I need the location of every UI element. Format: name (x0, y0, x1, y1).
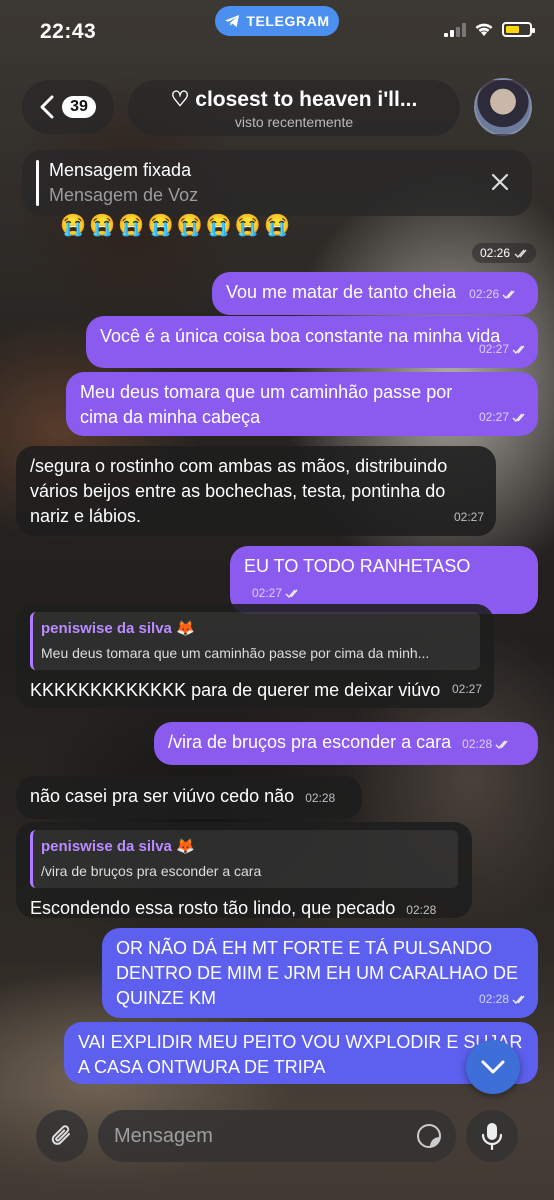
chat-title: ♡ closest to heaven i'll... (170, 87, 418, 111)
double-check-icon (495, 740, 508, 749)
reply-quote[interactable]: peniswise da silva 🦊 /vira de bruços pra… (30, 830, 458, 888)
status-icons (444, 22, 535, 37)
battery-icon (502, 22, 535, 37)
message-bubble-incoming[interactable]: peniswise da silva 🦊 Meu deus tomara que… (16, 604, 494, 708)
last-seen-status: visto recentemente (234, 113, 354, 130)
message-text: /segura o rostinho com ambas as mãos, di… (30, 456, 448, 526)
message-text: KKKKKKKKKKKKK para de querer me deixar v… (30, 680, 441, 700)
attach-button[interactable] (36, 1110, 88, 1162)
reply-quote[interactable]: peniswise da silva 🦊 Meu deus tomara que… (30, 612, 480, 670)
message-time: 02:28 (305, 791, 336, 805)
pinned-message-bar[interactable]: Mensagem fixada Mensagem de Voz (22, 150, 532, 216)
back-button[interactable]: 39 (22, 80, 114, 134)
telegram-plane-icon (225, 15, 240, 27)
message-time-text: 02:26 (479, 246, 510, 260)
message-time: 02:26 (471, 243, 536, 263)
pinned-title: Mensagem fixada (49, 160, 192, 180)
reply-text: Meu deus tomara que um caminhão passe po… (41, 645, 430, 661)
sticker-icon[interactable] (416, 1123, 442, 1149)
message-bubble-outgoing[interactable]: Você é a única coisa boa constante na mi… (86, 316, 538, 368)
app-label: TELEGRAM (246, 13, 330, 29)
message-text: não casei pra ser viúvo cedo não (30, 786, 295, 806)
double-check-icon (512, 413, 525, 422)
close-icon[interactable] (490, 172, 510, 192)
chat-header[interactable]: ♡ closest to heaven i'll... visto recent… (128, 80, 460, 136)
message-meta: 02:28 (479, 987, 526, 1012)
voice-record-button[interactable] (466, 1110, 518, 1162)
message-bubble-incoming[interactable]: /segura o rostinho com ambas as mãos, di… (16, 446, 496, 536)
reply-author: peniswise da silva 🦊 (41, 620, 195, 637)
chevron-left-icon (40, 95, 54, 119)
double-check-icon (512, 995, 525, 1004)
message-time: 02:28 (406, 903, 437, 917)
message-input[interactable] (98, 1110, 456, 1162)
unread-count-badge: 39 (62, 96, 96, 118)
message-text: Vou me matar de tanto cheia (226, 282, 457, 302)
status-time: 22:43 (40, 20, 97, 43)
message-text: VAI EXPLIDIR MEU PEITO VOU WXPLODIR E SU… (78, 1032, 523, 1077)
microphone-icon (481, 1123, 503, 1150)
pinned-indicator (36, 160, 39, 206)
message-bubble-incoming[interactable]: não casei pra ser viúvo cedo não 02:28 (16, 776, 362, 819)
message-meta: 02:27 (479, 337, 526, 362)
message-meta: 02:27 (452, 677, 482, 702)
pinned-subtitle: Mensagem de Voz (49, 185, 199, 205)
message-meta: 02:28 (305, 786, 335, 811)
message-time: 02:26 (469, 287, 500, 301)
message-text: Escondendo essa rosto tão lindo, que pec… (30, 898, 396, 918)
message-text: Você é a única coisa boa constante na mi… (100, 326, 501, 346)
chevron-down-icon (481, 1060, 505, 1074)
message-bubble-outgoing[interactable]: Meu deus tomara que um caminhão passe po… (66, 372, 538, 436)
message-time: 02:27 (478, 342, 509, 356)
message-bubble-outgoing[interactable]: Vou me matar de tanto cheia 02:26 (212, 272, 538, 315)
emoji-message: 😭😭😭😭😭😭😭😭 (60, 214, 294, 237)
message-meta: 02:28 (406, 898, 436, 923)
message-text: OR NÃO DÁ EH MT FORTE E TÁ PULSANDO DENT… (116, 938, 519, 1008)
message-meta: 02:28 (462, 732, 509, 757)
avatar[interactable] (474, 78, 532, 136)
reply-author: peniswise da silva 🦊 (41, 838, 195, 855)
message-time: 02:28 (462, 737, 493, 751)
message-time: 02:27 (478, 410, 509, 424)
message-text: EU TO TODO RANHETASO (244, 556, 471, 576)
message-bubble-outgoing[interactable]: /vira de bruços pra esconder a cara 02:2… (154, 722, 538, 765)
double-check-icon (502, 290, 515, 299)
message-time: 02:27 (451, 682, 482, 696)
wifi-icon (475, 23, 493, 36)
message-time: 02:28 (478, 992, 509, 1006)
message-meta: 02:27 (454, 505, 484, 530)
message-meta: 02:27 (252, 581, 299, 606)
scroll-to-bottom-button[interactable] (466, 1040, 520, 1094)
message-text: /vira de bruços pra esconder a cara (168, 732, 452, 752)
status-bar: 22:43 TELEGRAM (0, 0, 554, 64)
double-check-icon (285, 589, 298, 598)
message-meta: 02:27 (479, 405, 526, 430)
return-to-app-pill[interactable]: TELEGRAM (215, 6, 339, 36)
message-time: 02:27 (252, 586, 283, 600)
double-check-icon (512, 345, 525, 354)
message-text: Meu deus tomara que um caminhão passe po… (80, 382, 453, 427)
message-bubble-incoming[interactable]: peniswise da silva 🦊 /vira de bruços pra… (16, 822, 472, 918)
message-time: 02:27 (453, 510, 484, 524)
paperclip-icon (51, 1125, 70, 1145)
message-bubble-outgoing[interactable]: OR NÃO DÁ EH MT FORTE E TÁ PULSANDO DENT… (102, 928, 538, 1018)
reply-text: /vira de bruços pra esconder a cara (41, 863, 262, 879)
signal-icon (444, 22, 466, 37)
message-meta: 02:26 (469, 282, 516, 307)
double-check-icon (514, 249, 527, 258)
